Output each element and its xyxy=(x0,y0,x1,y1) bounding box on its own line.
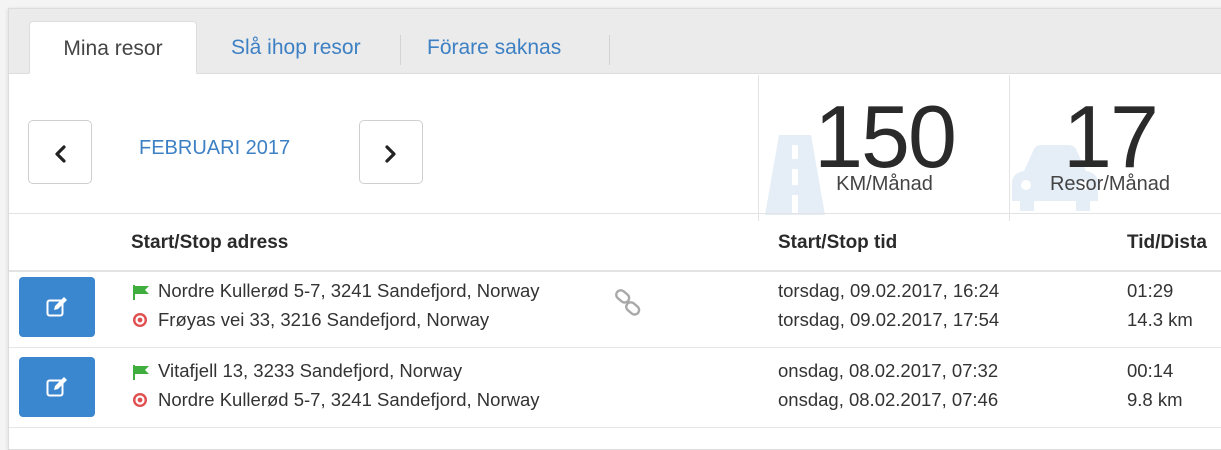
start-time: onsdag, 08.02.2017, 07:32 xyxy=(778,360,999,381)
start-address: Nordre Kullerød 5-7, 3241 Sandefjord, No… xyxy=(158,280,540,301)
start-flag-icon xyxy=(133,365,149,380)
table-row[interactable]: Vitafjell 13, 3233 Sandefjord, Norway No… xyxy=(9,348,1221,428)
stop-target-icon xyxy=(133,393,147,407)
chevron-right-icon xyxy=(385,145,396,163)
next-month-button[interactable] xyxy=(359,120,423,184)
start-address: Vitafjell 13, 3233 Sandefjord, Norway xyxy=(158,360,463,381)
stop-target-icon xyxy=(133,313,147,327)
km-per-month-label: KM/Månad xyxy=(836,173,933,195)
km-per-month-stat: 150 KM/Månad xyxy=(758,75,1010,221)
start-time: torsdag, 09.02.2017, 16:24 xyxy=(778,280,1000,301)
stop-address: Frøyas vei 33, 3216 Sandefjord, Norway xyxy=(158,309,490,330)
column-header-duration-distance[interactable]: Tid/Dista xyxy=(1127,232,1207,254)
tab-mina-resor[interactable]: Mina resor xyxy=(29,21,197,74)
chevron-left-icon xyxy=(55,145,66,163)
stop-time: onsdag, 08.02.2017, 07:46 xyxy=(778,389,999,410)
tab-bar: Mina resor Slå ihop resor Förare saknas xyxy=(9,9,1221,74)
trips-per-month-value: 17 xyxy=(1063,87,1159,186)
table-row[interactable]: Nordre Kullerød 5-7, 3241 Sandefjord, No… xyxy=(9,268,1221,348)
stop-address: Nordre Kullerød 5-7, 3241 Sandefjord, No… xyxy=(158,389,540,410)
edit-trip-button[interactable] xyxy=(19,357,95,417)
link-icon[interactable] xyxy=(613,288,643,318)
tab-sla-ihop-resor[interactable]: Slå ihop resor xyxy=(231,21,361,74)
stop-time: torsdag, 09.02.2017, 17:54 xyxy=(778,309,1000,330)
start-flag-icon xyxy=(133,285,149,300)
trips-per-month-label: Resor/Månad xyxy=(1049,173,1171,195)
km-per-month-value: 150 xyxy=(814,87,957,186)
edit-icon xyxy=(46,297,67,317)
trips-panel: Mina resor Slå ihop resor Förare saknas … xyxy=(8,8,1221,450)
trips-per-month-stat: 17 Resor/Månad xyxy=(1009,75,1221,221)
edit-trip-button[interactable] xyxy=(19,277,95,337)
tab-divider xyxy=(400,35,401,65)
previous-month-button[interactable] xyxy=(28,120,92,184)
trip-distance: 14.3 km xyxy=(1127,309,1193,330)
trip-duration: 00:14 xyxy=(1127,360,1174,381)
table-header: Start/Stop adress Start/Stop tid Tid/Dis… xyxy=(9,213,1221,272)
month-label[interactable]: FEBRUARI 2017 xyxy=(139,137,290,160)
trip-distance: 9.8 km xyxy=(1127,389,1183,410)
tab-divider xyxy=(609,35,610,65)
column-header-address[interactable]: Start/Stop adress xyxy=(131,232,288,254)
tab-forare-saknas[interactable]: Förare saknas xyxy=(427,21,561,74)
trip-duration: 01:29 xyxy=(1127,280,1174,301)
edit-icon xyxy=(46,377,67,397)
column-header-time[interactable]: Start/Stop tid xyxy=(778,232,897,254)
